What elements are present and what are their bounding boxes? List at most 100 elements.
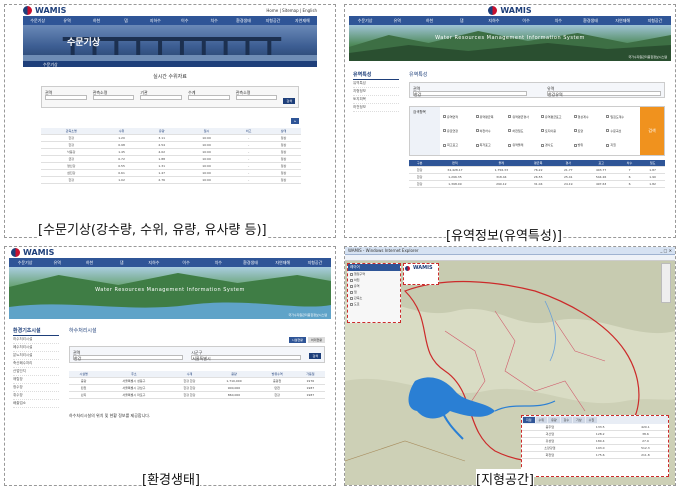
p3-nav-10[interactable]: 지형공간 <box>299 260 331 266</box>
table-row[interactable]: 한강 1.20 3.11 10:00- 정상 <box>41 134 301 142</box>
p3-nav-9[interactable]: 자연재해 <box>267 260 299 266</box>
checkbox-item[interactable]: 하천밀도 <box>508 124 539 137</box>
checkbox-item[interactable]: 최고표고 <box>443 139 474 152</box>
sidebar-item[interactable]: 산업단지 <box>13 368 59 376</box>
table-row[interactable]: 난지 서울특별시 마포구 한강 한강 860,000 한강 1987 <box>69 391 325 399</box>
p1-filter-select[interactable] <box>140 95 183 100</box>
p3-nav-5[interactable]: 지하수 <box>138 260 170 266</box>
table-row[interactable]: 낙동강 1.45 4.02 10:00- 정상 <box>41 148 301 156</box>
sidebar-item[interactable]: 폐수처리시설 <box>13 344 59 352</box>
p4-zoom-slider[interactable] <box>661 263 671 303</box>
p2-nav-6[interactable]: 이수 <box>510 18 542 24</box>
p1-filter-select[interactable] <box>92 95 135 100</box>
p1-nav-8[interactable]: 환경생태 <box>229 18 258 24</box>
checkbox-item[interactable]: 형상계수 <box>573 110 605 123</box>
sidebar-item[interactable]: 정수장 <box>13 384 59 392</box>
sidebar-item[interactable]: 지형정보 <box>353 88 399 96</box>
table-row[interactable]: 소양강댐 193.0 512.3 <box>522 444 668 452</box>
p1-search-button[interactable]: 검색 <box>283 98 295 104</box>
sidebar-item[interactable]: 매립장 <box>13 376 59 384</box>
tab-facility[interactable]: 시설현황 <box>288 337 306 343</box>
sidebar-item[interactable]: 취수장 <box>13 392 59 400</box>
window-controls-icon[interactable]: _ □ ✕ <box>660 248 672 253</box>
p2-nav-8[interactable]: 환경생태 <box>574 18 606 24</box>
result-tab[interactable]: 지점 <box>523 417 535 423</box>
checkbox-item[interactable]: 유로연장 <box>443 124 474 137</box>
checkbox-item[interactable]: 유역평균폭 <box>475 110 507 123</box>
p4-map-area[interactable]: 레이어 행정구역 하천 유역 댐 관측소 도로 WAMIS 지점 수위 유량 강… <box>345 261 675 485</box>
sidebar-item[interactable]: 분뇨처리시설 <box>13 352 59 360</box>
p1-nav-9[interactable]: 지형공간 <box>258 18 287 24</box>
sidebar-item[interactable]: 토지피복 <box>353 96 399 104</box>
result-tab[interactable]: 유량 <box>548 417 560 423</box>
table-row[interactable]: 영산강 0.55 1.31 10:00- 정상 <box>41 162 301 170</box>
sidebar-item[interactable]: 배출업소 <box>13 400 59 408</box>
p3-search-button[interactable]: 검색 <box>309 353 321 359</box>
p3-region-select[interactable]: 한강 <box>73 355 184 361</box>
p2-basin-select[interactable]: 한강유역 <box>547 91 661 97</box>
p2-search-button[interactable]: 검색 <box>640 107 664 155</box>
p3-nav-2[interactable]: 유역 <box>41 260 73 266</box>
sidebar-item[interactable]: 유역특성 <box>353 80 399 88</box>
p2-nav-2[interactable]: 유역 <box>381 18 413 24</box>
p1-export-button[interactable]: ▸ <box>291 118 299 124</box>
p3-nav-7[interactable]: 치수 <box>202 260 234 266</box>
checkbox-item[interactable]: 경사도 <box>540 139 572 152</box>
p3-nav-6[interactable]: 이수 <box>170 260 202 266</box>
p2-region-select[interactable]: 한강 <box>413 91 527 97</box>
p2-nav-9[interactable]: 자연재해 <box>607 18 639 24</box>
p1-nav-4[interactable]: 댐 <box>111 18 140 24</box>
p1-filter-select[interactable] <box>45 95 87 100</box>
p3-nav-1[interactable]: 수문기상 <box>9 260 41 266</box>
p3-nav-3[interactable]: 하천 <box>73 260 105 266</box>
p1-nav-3[interactable]: 하천 <box>82 18 111 24</box>
p4-tool-panel[interactable]: WAMIS <box>403 263 439 285</box>
p3-logo[interactable]: WAMIS <box>11 248 54 257</box>
p3-nav-4[interactable]: 댐 <box>106 260 138 266</box>
sidebar-item[interactable]: 축산폐수처리 <box>13 360 59 368</box>
p1-nav-7[interactable]: 치수 <box>199 18 228 24</box>
p2-nav-5[interactable]: 지하수 <box>478 18 510 24</box>
table-row[interactable]: 한강 34,428.17 1,756.33 76.22 21.77 403.77 7 1.87 <box>409 166 665 174</box>
tab-treatment[interactable]: 처리현황 <box>307 337 325 343</box>
p2-nav-4[interactable]: 댐 <box>446 18 478 24</box>
checkbox-item[interactable]: 토양 <box>573 124 605 137</box>
layer-toggle[interactable]: 도로 <box>348 301 400 307</box>
p3-city-select[interactable]: 서울특별시 <box>191 355 302 361</box>
checkbox-item[interactable]: 유역평균경사 <box>508 110 539 123</box>
result-tab[interactable]: 기상 <box>573 417 585 423</box>
result-tab[interactable]: 강수 <box>560 417 573 423</box>
p1-subnav-label[interactable]: 수문기상 <box>43 62 58 67</box>
p1-nav-1[interactable]: 수문기상 <box>23 18 52 24</box>
p2-nav-10[interactable]: 지형공간 <box>639 18 671 24</box>
checkbox-item[interactable]: 유역면적 <box>443 110 474 123</box>
table-row[interactable]: 괴산댐 128.2 38.6 <box>522 430 668 438</box>
checkbox-item[interactable]: 하천차수 <box>475 124 507 137</box>
checkbox-item[interactable]: 유역둘레 <box>508 139 539 152</box>
table-row[interactable]: 한강 1,296.35 318.44 26.55 25.41 544.26 6 1.90 <box>409 173 665 181</box>
p1-logo[interactable]: WAMIS <box>23 6 66 15</box>
p1-util-links[interactable]: Home | Sitemap | English <box>266 8 317 13</box>
table-row[interactable]: 탄천 서울특별시 강남구 한강 한강 900,000 탄천 1987 <box>69 384 325 392</box>
checkbox-item[interactable]: 최저표고 <box>475 139 507 152</box>
table-row[interactable]: 금강 0.72 1.88 10:00- 정상 <box>41 155 301 163</box>
table-row[interactable]: 한강 1,398.09 290.12 31.04 24.19 497.63 6 1.82 <box>409 180 665 188</box>
p1-nav-6[interactable]: 이수 <box>170 18 199 24</box>
checkbox-item[interactable]: 방위 <box>573 139 605 152</box>
table-row[interactable]: 섬진강 0.61 1.47 10:00- 정상 <box>41 169 301 177</box>
p1-nav-10[interactable]: 자연재해 <box>288 18 317 24</box>
table-row[interactable]: 중랑 서울특별시 성동구 한강 한강 1,710,000 중랑천 1976 <box>69 377 325 385</box>
table-row[interactable]: 한강 1.02 2.76 10:00- 정상 <box>41 176 301 184</box>
p3-nav-8[interactable]: 환경생태 <box>234 260 266 266</box>
checkbox-item[interactable]: 토지이용 <box>540 124 572 137</box>
checkbox-item[interactable]: 유역평균표고 <box>540 110 572 123</box>
sidebar-item[interactable]: 하천정보 <box>353 104 399 112</box>
p1-filter-input[interactable] <box>235 95 278 100</box>
table-row[interactable]: 화천댐 175.6 211.8 <box>522 451 668 459</box>
sidebar-item[interactable]: 하수처리시설 <box>13 336 59 344</box>
checkbox-item[interactable]: 밀집도계수 <box>606 110 637 123</box>
p2-nav-3[interactable]: 하천 <box>413 18 445 24</box>
checkbox-item[interactable]: 수문곡선 <box>606 124 637 137</box>
result-tab[interactable]: 수위 <box>535 417 548 423</box>
p2-logo[interactable]: WAMIS <box>488 6 532 15</box>
